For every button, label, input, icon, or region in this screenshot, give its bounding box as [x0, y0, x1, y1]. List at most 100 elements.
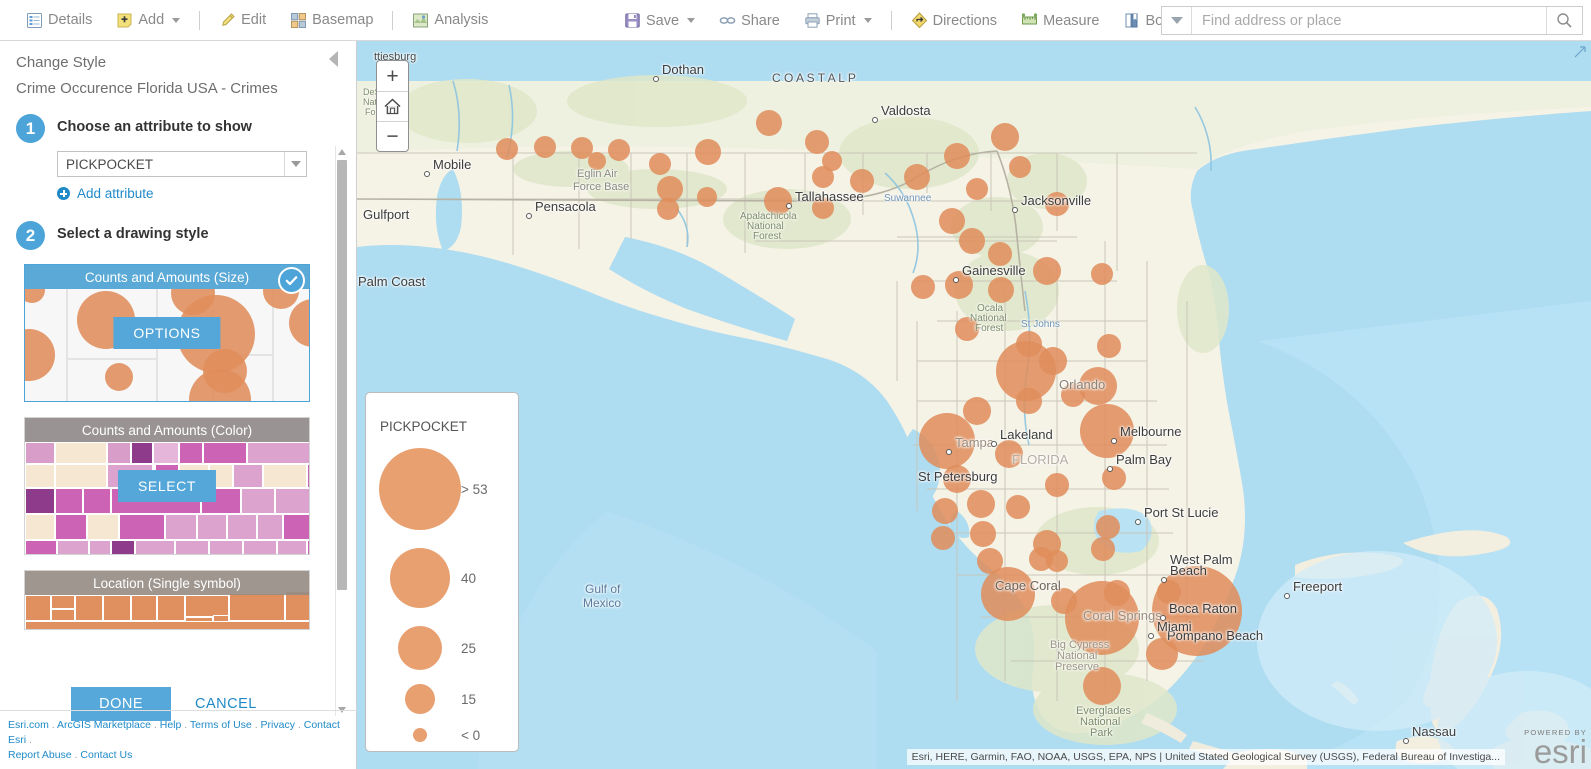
map-place-label: Miami	[1157, 619, 1192, 634]
add-button[interactable]: Add	[106, 8, 190, 33]
map-place-label: Melbourne	[1120, 424, 1182, 439]
toolbar-divider-2	[392, 10, 394, 30]
map-place-label: Gulfport	[363, 207, 410, 222]
style-card-counts-size[interactable]: Counts and Amounts (Size) OPTIONS	[24, 264, 310, 402]
save-button[interactable]: Save	[614, 8, 705, 33]
save-icon	[624, 12, 641, 29]
map-place-label: Pompano Beach	[1167, 628, 1264, 643]
measure-icon	[1021, 12, 1038, 29]
search-icon	[1557, 13, 1572, 28]
share-label: Share	[741, 12, 780, 29]
step-2-label: Select a drawing style	[57, 226, 209, 242]
map-city-marker	[786, 203, 792, 209]
zoom-out-button[interactable]: −	[377, 121, 408, 151]
map-place-label: National	[970, 313, 1007, 324]
attribute-selected-value: PICKPOCKET	[66, 156, 154, 172]
map-city-marker	[1135, 519, 1141, 525]
map-place-label: St Johns	[1021, 319, 1060, 330]
collapse-panel-button[interactable]	[329, 51, 338, 67]
style-select-button[interactable]: SELECT	[117, 470, 217, 502]
search-scope-dropdown[interactable]	[1162, 7, 1192, 34]
directions-button[interactable]: Directions	[901, 8, 1007, 33]
legend-entry: 40	[366, 548, 518, 608]
home-button[interactable]	[377, 91, 408, 121]
legend-entry: 25	[366, 626, 518, 670]
toolbar-center-group: Save Share Print Directions Measure	[612, 0, 1230, 41]
map-place-label: National	[1080, 716, 1121, 728]
map-place-label: Forest	[753, 231, 782, 242]
panel-footer: Esri.com . ArcGIS Marketplace . Help . T…	[0, 710, 357, 769]
print-button[interactable]: Print	[794, 8, 882, 33]
details-button[interactable]: Details	[16, 8, 102, 33]
top-toolbar: Details Add Edit Basemap Analysis Save S…	[0, 0, 1591, 41]
legend-label: < 0	[461, 727, 481, 743]
map-city-marker	[1148, 633, 1154, 639]
attribute-select[interactable]: PICKPOCKET	[57, 151, 307, 177]
details-icon	[26, 12, 43, 29]
add-label: Add	[138, 12, 165, 28]
map-place-label: Eglin Air	[577, 168, 618, 180]
legend-symbol	[398, 626, 442, 670]
expand-map-button[interactable]	[1574, 46, 1586, 58]
legend-symbol	[405, 684, 435, 714]
map-place-label: Freeport	[1293, 579, 1343, 594]
legend-entries: > 53 40 25 15 < 0	[366, 440, 518, 743]
analysis-button[interactable]: Analysis	[402, 8, 498, 33]
share-button[interactable]: Share	[709, 8, 790, 33]
search-input[interactable]	[1192, 7, 1546, 34]
style-card-title: Counts and Amounts (Color)	[25, 418, 309, 442]
footer-link-help[interactable]: Help	[160, 719, 182, 731]
map-place-label: Ocala	[977, 303, 1004, 314]
style-card-counts-color[interactable]: Counts and Amounts (Color) SELECT	[24, 417, 310, 555]
change-style-panel: Change Style Crime Occurence Florida USA…	[0, 41, 357, 769]
map-place-label: Dothan	[662, 62, 704, 77]
footer-link-report-abuse[interactable]: Report Abuse	[8, 749, 72, 761]
basemap-button[interactable]: Basemap	[280, 8, 383, 33]
map-place-label: Apalachicola	[740, 211, 797, 222]
map-place-label: Mobile	[433, 157, 472, 172]
legend-symbol	[379, 448, 461, 530]
map-place-label: Pensacola	[535, 199, 596, 214]
scroll-thumb[interactable]	[337, 160, 347, 590]
style-options-button[interactable]: OPTIONS	[113, 317, 221, 349]
panel-scrollbar[interactable]	[335, 146, 348, 716]
legend-entry: > 53	[366, 448, 518, 530]
style-card-title: Location (Single symbol)	[25, 571, 309, 595]
map-label-layer: ttiesburgDeSotoNationalForestDothanC O A…	[357, 41, 1591, 769]
scroll-up-icon[interactable]	[338, 149, 346, 155]
details-label: Details	[48, 12, 93, 28]
map-place-label: Mexico	[583, 596, 622, 610]
map-city-marker	[1161, 577, 1167, 583]
chevron-down-icon[interactable]	[284, 152, 306, 176]
search-bar	[1161, 6, 1583, 35]
footer-link-esri-com[interactable]: Esri.com	[8, 719, 49, 731]
footer-link-terms[interactable]: Terms of Use	[190, 719, 252, 731]
map-canvas[interactable]: ttiesburgDeSotoNationalForestDothanC O A…	[357, 41, 1591, 769]
map-place-label: West Palm	[1170, 552, 1233, 567]
edit-icon	[219, 12, 236, 29]
footer-link-marketplace[interactable]: ArcGIS Marketplace	[57, 719, 151, 731]
legend-label: 40	[461, 570, 477, 586]
edit-button[interactable]: Edit	[209, 8, 276, 33]
map-place-label: Beach	[1170, 563, 1207, 578]
print-icon	[804, 12, 821, 29]
style-card-title: Counts and Amounts (Size)	[25, 265, 309, 289]
add-attribute-button[interactable]: Add attribute	[0, 177, 334, 201]
map-place-label: St Petersburg	[918, 469, 998, 484]
plus-icon	[57, 187, 70, 200]
save-label: Save	[646, 12, 680, 29]
map-place-label: Gulf of	[585, 582, 621, 596]
search-button[interactable]	[1546, 7, 1582, 34]
map-place-label: Force Base	[573, 181, 630, 193]
attribute-row: PICKPOCKET	[0, 143, 334, 177]
directions-icon	[911, 12, 928, 29]
zoom-in-button[interactable]: +	[377, 61, 408, 91]
map-place-label: Jacksonville	[1021, 193, 1092, 208]
legend-label: 25	[461, 640, 477, 656]
footer-link-contact-us[interactable]: Contact Us	[80, 749, 132, 761]
style-card-location-single[interactable]: Location (Single symbol)	[24, 570, 310, 630]
legend-label: 15	[461, 691, 477, 707]
footer-link-privacy[interactable]: Privacy	[261, 719, 295, 731]
map-place-label: FLORIDA	[1012, 452, 1069, 467]
measure-button[interactable]: Measure	[1011, 8, 1109, 33]
